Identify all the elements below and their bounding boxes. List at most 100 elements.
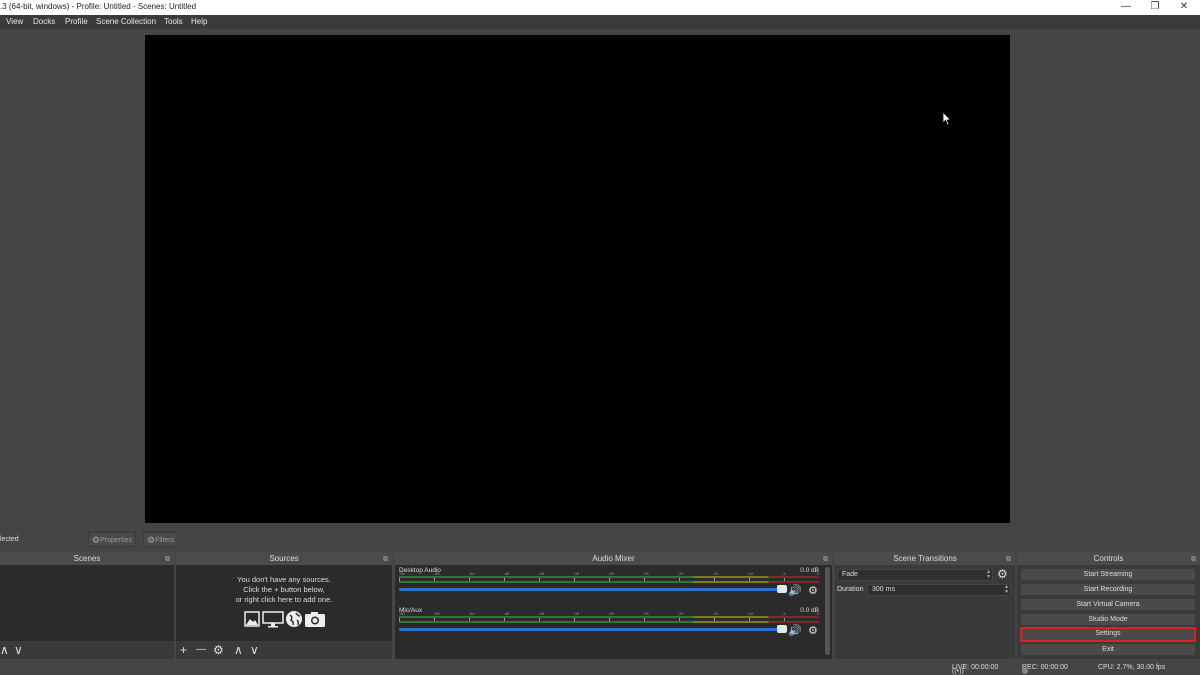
remove-icon[interactable]: —	[196, 644, 206, 655]
mixer-channel-mic-aux: Mic/Aux 0.0 dB 🔊 ⚙ -60 -55 -50 -45 -40 -35 -30…	[397, 607, 823, 647]
gear-icon[interactable]: ⚙	[808, 584, 818, 597]
rec-status: REC: 00:00:00	[1022, 664, 1068, 674]
controls-dock: Controls ⧉ Start Streaming Start Recordi…	[1017, 552, 1200, 659]
meter-tick-label: -10	[747, 611, 754, 616]
meter-tick-label: -35	[573, 611, 579, 616]
close-button[interactable]: ✕	[1169, 0, 1199, 15]
settings-button[interactable]: Settings	[1020, 627, 1196, 642]
volume-meter	[399, 621, 819, 623]
title-bar: .3 (64-bit, windows) - Profile: Untitled…	[0, 0, 1200, 15]
meter-tick-label: -35	[573, 571, 579, 576]
status-bar: ((•)) LIVE: 00:00:00 REC: 00:00:00 CPU: …	[0, 660, 1200, 675]
broadcast-icon: ((•))	[952, 668, 964, 675]
exit-button[interactable]: Exit	[1020, 643, 1196, 656]
move-up-icon[interactable]: ∧	[234, 643, 243, 657]
menu-scene-collection[interactable]: Scene Collection	[96, 17, 156, 26]
camera-icon	[305, 612, 325, 627]
menu-bar: View Docks Profile Scene Collection Tool…	[0, 15, 1200, 29]
menu-tools[interactable]: Tools	[164, 17, 183, 26]
add-icon[interactable]: +	[180, 643, 187, 657]
empty-sources-line-3: or right click here to add one.	[235, 595, 333, 604]
display-icon	[262, 611, 284, 628]
scenes-title: Scenes	[73, 554, 101, 563]
start-recording-button[interactable]: Start Recording	[1020, 583, 1196, 596]
scenes-dock: Scenes ⧉ ∧ ∨	[0, 552, 174, 659]
meter-tick-label: -30	[608, 571, 614, 576]
meter-tick-label: -45	[503, 571, 510, 576]
meter-tick-labels: -60 -55 -50 -45 -40 -35 -30 -25 -20 -15 -10 -5 0	[397, 571, 819, 576]
menu-profile[interactable]: Profile	[65, 17, 88, 26]
meter-tick-label: -15	[712, 611, 719, 616]
sources-dock: Sources ⧉ You don't have any sources. Cl…	[176, 552, 392, 659]
meter-tick-label: 0	[817, 611, 820, 616]
scene-transitions-header: Scene Transitions ⧉	[835, 552, 1015, 565]
transition-value: Fade	[842, 571, 858, 578]
empty-sources-line-1: You don't have any sources.	[237, 575, 331, 584]
audio-mixer-dock: Audio Mixer ⧉ Desktop Audio 0.0 dB 🔊 ⚙ -…	[395, 552, 832, 659]
sources-title: Sources	[269, 554, 299, 563]
gear-icon: ⚙	[92, 535, 101, 545]
start-virtual-camera-button[interactable]: Start Virtual Camera	[1020, 598, 1196, 611]
scrollbar-thumb[interactable]	[825, 567, 830, 655]
scene-transitions-title: Scene Transitions	[893, 554, 957, 563]
meter-tick-label: -10	[747, 571, 754, 576]
gear-icon[interactable]: ⚙	[808, 624, 818, 637]
duration-value: 300 ms	[872, 586, 895, 593]
menu-help[interactable]: Help	[191, 17, 207, 26]
move-up-icon[interactable]: ∧	[0, 643, 9, 657]
meter-tick-label: -40	[538, 611, 545, 616]
speaker-icon[interactable]: 🔊	[788, 584, 802, 597]
sources-header: Sources ⧉	[176, 552, 392, 565]
empty-sources-line-2: Click the + button below,	[243, 585, 325, 594]
move-down-icon[interactable]: ∨	[250, 643, 259, 657]
audio-mixer-title: Audio Mixer	[592, 554, 635, 563]
audio-mixer-body: Desktop Audio 0.0 dB 🔊 ⚙ -60 -55 -50 -45 -40…	[395, 565, 832, 659]
meter-tick-label: -30	[608, 611, 614, 616]
sources-toolbar: + — ⚙ ∧ ∨	[176, 641, 392, 659]
speaker-icon[interactable]: 🔊	[788, 624, 802, 637]
source-toolbar: lected ⚙Properties ⚙Filters	[0, 531, 1200, 548]
mixer-channel-desktop-audio: Desktop Audio 0.0 dB 🔊 ⚙ -60 -55 -50 -45 -40…	[397, 567, 823, 607]
spin-arrows-icon[interactable]: ▴ ▾	[1005, 584, 1008, 595]
duration-input[interactable]: 300 ms ▴ ▾	[867, 584, 1011, 596]
spin-arrows-icon: ▴ ▾	[986, 569, 990, 580]
properties-button[interactable]: ⚙Properties	[88, 532, 136, 547]
preview-canvas[interactable]	[145, 35, 1010, 523]
gear-icon[interactable]: ⚙	[213, 643, 224, 657]
start-streaming-button[interactable]: Start Streaming	[1020, 568, 1196, 581]
meter-tick-label: -60	[399, 571, 405, 576]
no-source-selected-label: lected	[0, 536, 19, 543]
meter-tick-label: -55	[433, 611, 440, 616]
meter-tick-label: -25	[642, 611, 649, 616]
move-down-icon[interactable]: ∨	[14, 643, 23, 657]
fader-handle[interactable]	[777, 585, 787, 593]
meter-tick-label: -50	[468, 571, 475, 576]
fader-handle[interactable]	[777, 625, 787, 633]
mixer-scrollbar[interactable]	[825, 567, 830, 655]
window-title: .3 (64-bit, windows) - Profile: Untitled…	[0, 2, 197, 11]
meter-tick-label: -55	[433, 571, 440, 576]
live-status: ((•)) LIVE: 00:00:00	[952, 664, 998, 675]
controls-title: Controls	[1093, 554, 1124, 563]
source-type-icons	[243, 610, 333, 630]
volume-fader[interactable]	[399, 585, 787, 593]
meter-tick-label: -50	[468, 611, 475, 616]
scenes-header: Scenes ⧉	[0, 552, 174, 565]
menu-docks[interactable]: Docks	[33, 17, 55, 26]
meter-tick-label: -5	[782, 571, 786, 576]
controls-body: Start Streaming Start Recording Start Vi…	[1017, 565, 1200, 659]
transition-select[interactable]: Fade ▴ ▾	[837, 569, 993, 581]
record-dot-icon	[1022, 668, 1028, 674]
menu-view[interactable]: View	[6, 17, 23, 26]
minimize-button[interactable]: —	[1111, 0, 1141, 15]
mouse-cursor-icon	[942, 111, 952, 126]
scene-transitions-dock: Scene Transitions ⧉ Fade ▴ ▾ ⚙ Duration 3…	[835, 552, 1015, 659]
meter-tick-labels: -60 -55 -50 -45 -40 -35 -30 -25 -20 -15 -10 -5 0	[397, 611, 820, 616]
filters-button[interactable]: ⚙Filters	[143, 532, 179, 547]
restore-button[interactable]: ❐	[1140, 0, 1170, 15]
meter-tick-label: -25	[642, 571, 649, 576]
studio-mode-button[interactable]: Studio Mode	[1020, 613, 1196, 626]
volume-fader[interactable]	[399, 625, 787, 633]
gear-icon[interactable]: ⚙	[997, 567, 1008, 581]
scenes-toolbar: ∧ ∨	[0, 641, 174, 659]
